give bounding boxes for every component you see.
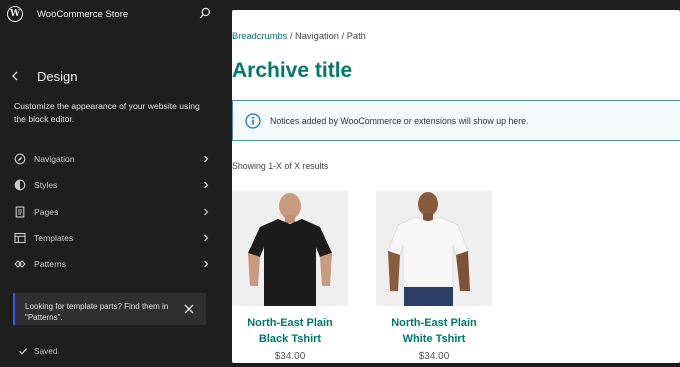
sidebar-item-patterns[interactable]: Patterns [14, 255, 210, 273]
sidebar-item-pages[interactable]: Pages [14, 203, 210, 221]
site-editor: W WooCommerce Store Design Customize the… [0, 0, 680, 367]
chevron-right-icon [204, 181, 209, 189]
styles-icon [14, 179, 26, 191]
breadcrumb-link[interactable]: Breadcrumbs [232, 31, 287, 41]
close-icon[interactable] [183, 303, 195, 315]
search-icon[interactable] [199, 7, 211, 19]
save-status-label: Saved [34, 346, 58, 356]
check-icon [19, 348, 28, 355]
product-card[interactable]: North-East Plain Black Tshirt $34.00 [232, 191, 348, 362]
sidebar-item-label: Styles [34, 180, 58, 190]
info-icon [245, 113, 261, 129]
breadcrumb-path: / Navigation / Path [287, 31, 366, 41]
sidebar-item-styles[interactable]: Styles [14, 176, 210, 194]
result-count: Showing 1-X of X results [232, 161, 329, 171]
editor-canvas[interactable]: Breadcrumbs / Navigation / Path Archive … [232, 10, 680, 363]
woocommerce-notice: Notices added by WooCommerce or extensio… [232, 100, 680, 141]
sidebar-item-label: Pages [34, 207, 59, 217]
chevron-right-icon [204, 155, 209, 163]
product-image[interactable] [232, 191, 348, 306]
sidebar-title: Design [37, 69, 78, 84]
product-price: $34.00 [274, 351, 306, 362]
white-tshirt-image [376, 191, 492, 306]
sidebar-item-label: Templates [34, 233, 74, 243]
sidebar-item-label: Patterns [34, 259, 67, 269]
notice-text: Looking for template parts? Find them in… [25, 302, 169, 322]
save-status: Saved [18, 346, 58, 356]
product-card[interactable]: North-East Plain White Tshirt $34.00 [376, 191, 492, 362]
template-parts-notice: Looking for template parts? Find them in… [13, 293, 206, 325]
design-sidebar: W WooCommerce Store Design Customize the… [0, 0, 224, 367]
back-chevron-icon[interactable] [10, 69, 22, 83]
navigation-icon [14, 153, 26, 165]
sidebar-header: W WooCommerce Store [0, 0, 224, 30]
breadcrumb: Breadcrumbs / Navigation / Path [232, 31, 366, 41]
patterns-icon [14, 260, 26, 268]
chevron-right-icon [204, 234, 209, 242]
templates-icon [14, 232, 26, 244]
product-image[interactable] [376, 191, 492, 306]
sidebar-item-navigation[interactable]: Navigation [14, 150, 210, 168]
product-price: $34.00 [418, 351, 450, 362]
sidebar-item-templates[interactable]: Templates [14, 229, 210, 247]
wordpress-logo-icon[interactable]: W [7, 6, 23, 22]
sidebar-description: Customize the appearance of your website… [14, 101, 200, 124]
black-tshirt-image [232, 191, 348, 306]
notice-text: Notices added by WooCommerce or extensio… [270, 116, 529, 126]
chevron-right-icon [204, 260, 209, 268]
site-title[interactable]: WooCommerce Store [37, 9, 128, 20]
product-title[interactable]: North-East Plain Black Tshirt [232, 315, 348, 347]
sidebar-item-label: Navigation [34, 154, 75, 164]
chevron-right-icon [204, 208, 209, 216]
page-title[interactable]: Archive title [232, 59, 352, 83]
pages-icon [15, 206, 25, 218]
product-title[interactable]: North-East Plain White Tshirt [376, 315, 492, 347]
